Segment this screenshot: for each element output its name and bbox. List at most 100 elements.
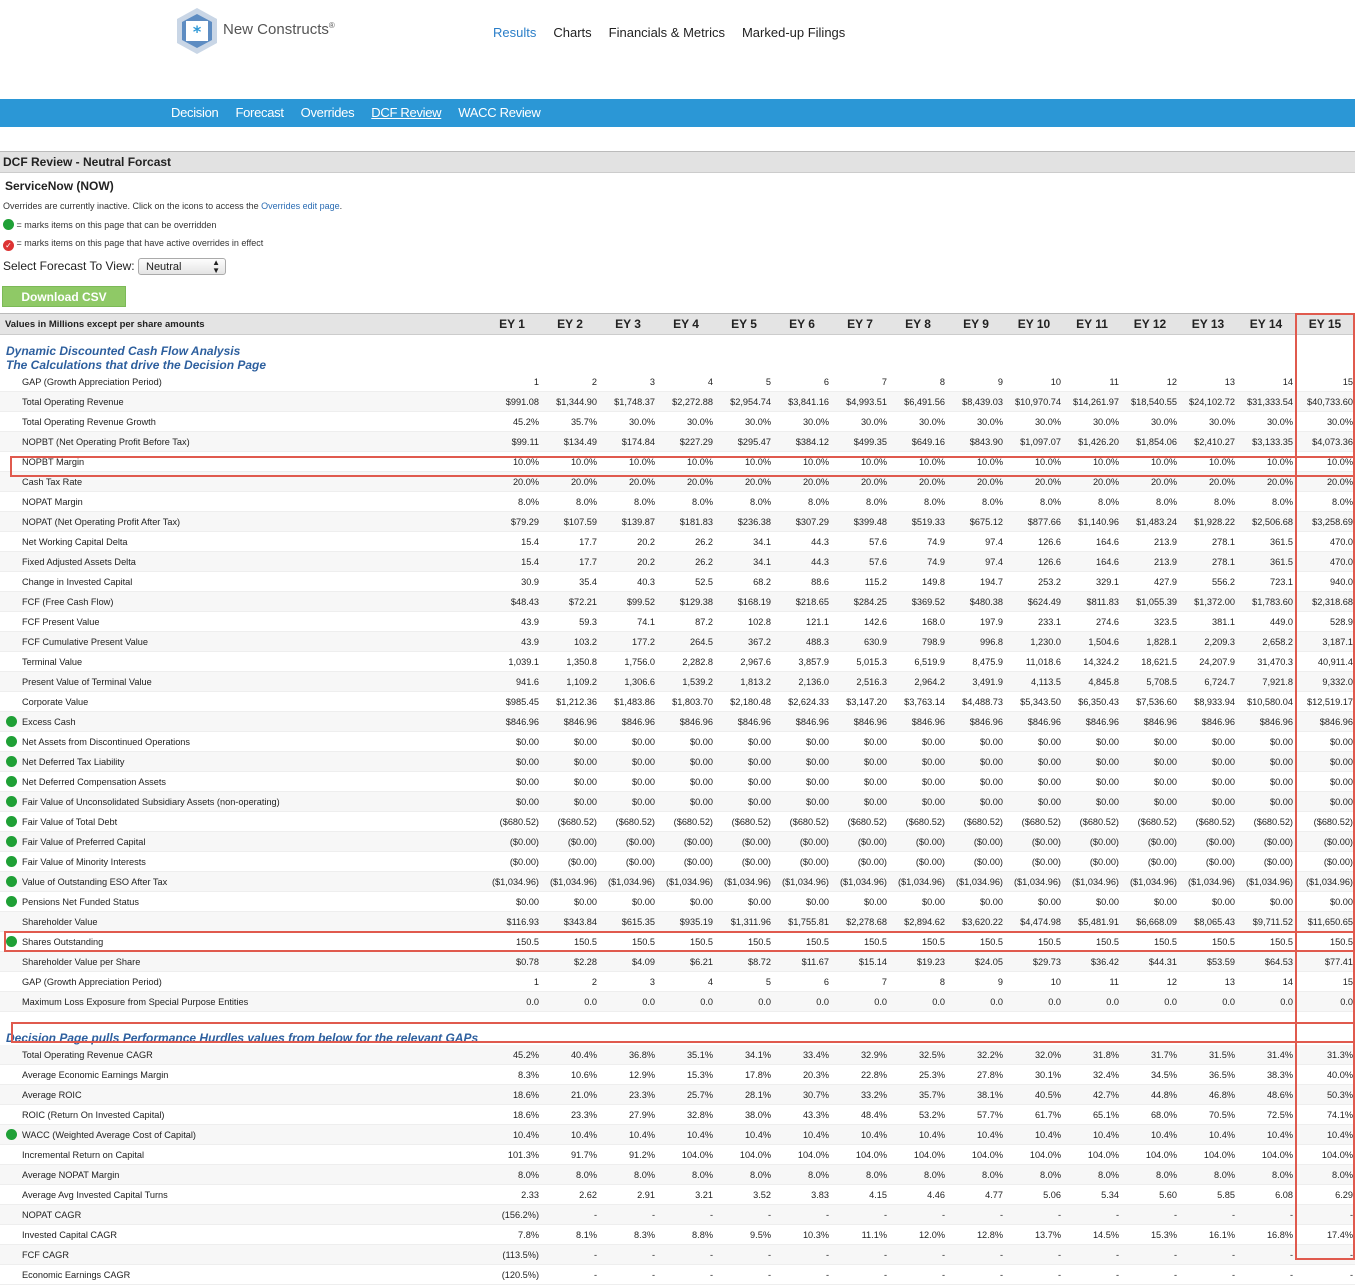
row-value: $6,668.09 (1121, 911, 1179, 932)
override-green-dot-icon[interactable] (5, 796, 17, 807)
override-green-dot-icon[interactable] (5, 836, 17, 847)
table-row: NOPAT CAGR (156.2%) - - - - - - - - - - - - - - (0, 1204, 1355, 1225)
row-value: - (767, 1269, 771, 1280)
subnav-wacc-review[interactable]: WACC Review (458, 105, 540, 120)
download-csv-button[interactable]: Download CSV (2, 286, 126, 307)
row-value: 42.7% (1063, 1084, 1121, 1105)
row-value: 10 (1050, 976, 1061, 987)
row-value: 5,015.3 (856, 656, 887, 667)
override-green-dot-icon[interactable] (5, 856, 17, 867)
row-value: $0.78 (483, 951, 541, 972)
override-green-dot-icon[interactable] (5, 756, 17, 767)
sub-nav-bar: Decision Forecast Overrides DCF Review W… (0, 99, 1355, 127)
row-value: $0.00 (690, 896, 713, 907)
override-cell (0, 471, 22, 492)
subnav-decision[interactable]: Decision (171, 105, 219, 120)
override-green-dot-icon[interactable] (5, 776, 17, 787)
table-row: WACC (Weighted Average Cost of Capital) 1… (0, 1124, 1355, 1145)
row-value: ($1,034.96) (947, 871, 1005, 892)
override-green-dot-icon[interactable] (5, 876, 17, 887)
row-value: 17.7 (579, 536, 597, 547)
override-green-dot-icon[interactable] (5, 816, 17, 827)
subnav-forecast[interactable]: Forecast (235, 105, 283, 120)
row-value: $79.29 (483, 511, 541, 532)
row-value: 102.8 (748, 616, 771, 627)
row-value: 20.0% (831, 471, 889, 492)
row-value: (156.2%) (483, 1204, 541, 1225)
row-value: 30.0% (1150, 416, 1177, 427)
row-value: 25.3% (918, 1069, 945, 1080)
row-value: $0.00 (922, 776, 945, 787)
row-value: 15 (1342, 976, 1353, 987)
row-value: 2,516.3 (831, 671, 889, 692)
table-row: FCF Cumulative Present Value 43.9 103.2 177… (0, 631, 1355, 652)
row-value: $0.00 (748, 776, 771, 787)
row-value: $0.00 (1063, 751, 1121, 772)
row-value: $6.21 (657, 951, 715, 972)
row-value: 4 (707, 376, 713, 387)
row-value: $0.00 (806, 736, 829, 747)
override-green-dot-icon[interactable] (5, 716, 17, 727)
override-cell (0, 1065, 22, 1085)
row-label: Shareholder Value per Share (22, 951, 483, 972)
row-value: 30.1% (1034, 1069, 1061, 1080)
row-value: 5 (765, 376, 771, 387)
row-value: 21.0% (541, 1084, 599, 1105)
row-value: 10.4% (541, 1124, 599, 1145)
dcf-table: Values in Millions except per share amou… (0, 313, 1355, 1285)
row-label: Incremental Return on Capital (22, 1149, 145, 1160)
row-value: 10.0% (918, 456, 945, 467)
row-value: 0.0 (483, 991, 541, 1012)
override-green-dot-icon[interactable] (5, 1129, 17, 1140)
row-value: 4.77 (985, 1189, 1003, 1200)
override-cell (0, 492, 22, 512)
row-value: $0.00 (657, 791, 715, 812)
column-header-ey-1: EY 1 (483, 313, 541, 335)
override-green-dot-icon[interactable] (5, 936, 17, 947)
row-value: $0.00 (1237, 751, 1295, 772)
row-value: $0.00 (1330, 776, 1353, 787)
row-value: 8.0% (541, 1164, 599, 1185)
row-value: 213.9 (1121, 551, 1179, 572)
row-value: $8,065.43 (1179, 911, 1237, 932)
row-value: 40.3 (637, 576, 655, 587)
nav-marked-up-filings[interactable]: Marked-up Filings (742, 25, 845, 40)
row-value: 38.1% (947, 1084, 1005, 1105)
subnav-overrides[interactable]: Overrides (301, 105, 355, 120)
section-header: DCF Review - Neutral Forcast (0, 151, 1355, 173)
nav-charts[interactable]: Charts (553, 25, 591, 40)
row-value: 44.3 (773, 551, 831, 572)
override-cell (0, 1265, 22, 1285)
row-value: $24,102.72 (1179, 391, 1237, 412)
row-value: $846.96 (715, 711, 773, 732)
row-value: ($1,034.96) (1063, 871, 1121, 892)
overrides-edit-link[interactable]: Overrides edit page (261, 201, 340, 211)
nav-results[interactable]: Results (493, 25, 536, 40)
subnav-dcf-review[interactable]: DCF Review (371, 105, 441, 120)
column-header-ey-8: EY 8 (889, 313, 947, 335)
row-value: 13 (1224, 376, 1235, 387)
row-value: $181.83 (657, 511, 715, 532)
row-value: 3.52 (753, 1189, 771, 1200)
row-value: 104.0% (1145, 1149, 1177, 1160)
row-value: ($0.00) (1063, 831, 1121, 852)
row-label: FCF (Free Cash Flow) (22, 591, 483, 612)
row-value: 381.1 (1212, 616, 1235, 627)
brand-name[interactable]: New Constructs® (223, 21, 335, 38)
row-value: 20.2 (637, 536, 655, 547)
override-green-dot-icon[interactable] (5, 896, 17, 907)
override-green-dot-icon[interactable] (5, 736, 17, 747)
row-value: 52.5 (695, 576, 713, 587)
row-value: ($0.00) (1005, 831, 1063, 852)
row-value: 44.8% (1121, 1084, 1179, 1105)
nav-financials-metrics[interactable]: Financials & Metrics (609, 25, 725, 40)
row-value: 7.8% (518, 1229, 539, 1240)
new-constructs-logo-icon[interactable]: * (173, 6, 221, 56)
row-value: $0.00 (483, 791, 541, 812)
row-value: $0.00 (483, 751, 541, 772)
row-value: $0.00 (1121, 791, 1179, 812)
row-value: 10.4% (599, 1124, 657, 1145)
forecast-select[interactable]: Neutral ▲ ▼ (138, 258, 226, 275)
row-value: $15.14 (831, 951, 889, 972)
row-value: 177.2 (599, 631, 657, 652)
